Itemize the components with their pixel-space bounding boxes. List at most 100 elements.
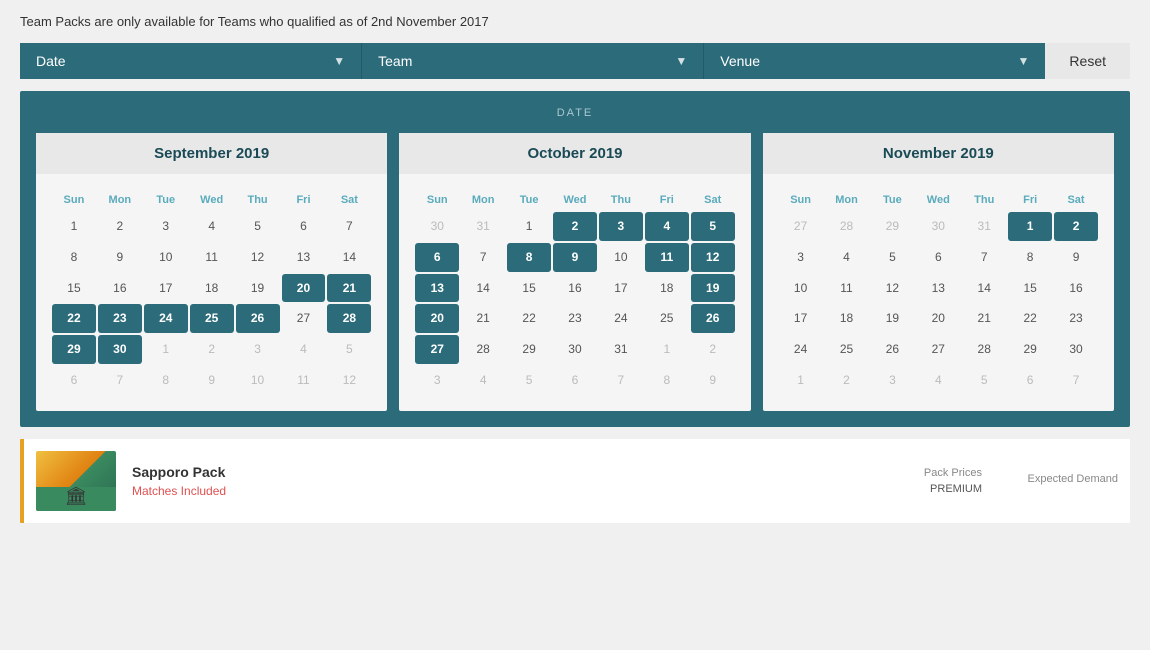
day-cell[interactable]: 12 xyxy=(870,274,914,303)
day-cell[interactable]: 15 xyxy=(52,274,96,303)
day-cell[interactable]: 5 xyxy=(507,366,551,395)
day-cell[interactable]: 15 xyxy=(1008,274,1052,303)
day-cell-highlight[interactable]: 28 xyxy=(327,304,371,333)
day-cell[interactable]: 6 xyxy=(553,366,597,395)
day-cell[interactable]: 16 xyxy=(1054,274,1098,303)
day-cell[interactable]: 29 xyxy=(507,335,551,364)
day-cell-highlight[interactable]: 3 xyxy=(599,212,643,241)
day-cell-highlight[interactable]: 26 xyxy=(236,304,280,333)
day-cell[interactable]: 3 xyxy=(870,366,914,395)
day-cell[interactable]: 2 xyxy=(190,335,234,364)
day-cell[interactable]: 3 xyxy=(144,212,188,241)
day-cell[interactable]: 21 xyxy=(962,304,1006,333)
day-cell[interactable]: 27 xyxy=(282,304,326,333)
day-cell[interactable]: 14 xyxy=(461,274,505,303)
day-cell-highlight[interactable]: 2 xyxy=(553,212,597,241)
day-cell[interactable]: 18 xyxy=(645,274,689,303)
day-cell-highlight[interactable]: 24 xyxy=(144,304,188,333)
venue-filter[interactable]: Venue ▼ xyxy=(704,43,1045,79)
day-cell-highlight[interactable]: 21 xyxy=(327,274,371,303)
day-cell-highlight[interactable]: 30 xyxy=(98,335,142,364)
day-cell[interactable]: 3 xyxy=(236,335,280,364)
day-cell-highlight[interactable]: 9 xyxy=(553,243,597,272)
day-cell-highlight[interactable]: 5 xyxy=(691,212,735,241)
day-cell[interactable]: 17 xyxy=(144,274,188,303)
day-cell[interactable]: 28 xyxy=(825,212,869,241)
day-cell[interactable]: 18 xyxy=(190,274,234,303)
day-cell[interactable]: 11 xyxy=(825,274,869,303)
day-cell[interactable]: 15 xyxy=(507,274,551,303)
day-cell[interactable]: 7 xyxy=(599,366,643,395)
day-cell[interactable]: 6 xyxy=(52,366,96,395)
day-cell[interactable]: 17 xyxy=(779,304,823,333)
day-cell[interactable]: 29 xyxy=(870,212,914,241)
day-cell[interactable]: 6 xyxy=(916,243,960,272)
day-cell[interactable]: 9 xyxy=(1054,243,1098,272)
day-cell[interactable]: 10 xyxy=(599,243,643,272)
day-cell-highlight[interactable]: 2 xyxy=(1054,212,1098,241)
day-cell[interactable]: 19 xyxy=(870,304,914,333)
day-cell[interactable]: 30 xyxy=(916,212,960,241)
day-cell[interactable]: 17 xyxy=(599,274,643,303)
day-cell-highlight[interactable]: 27 xyxy=(415,335,459,364)
day-cell[interactable]: 18 xyxy=(825,304,869,333)
day-cell[interactable]: 9 xyxy=(98,243,142,272)
day-cell[interactable]: 28 xyxy=(461,335,505,364)
day-cell[interactable]: 28 xyxy=(962,335,1006,364)
day-cell-highlight[interactable]: 22 xyxy=(52,304,96,333)
day-cell[interactable]: 2 xyxy=(98,212,142,241)
day-cell[interactable]: 12 xyxy=(236,243,280,272)
day-cell-highlight[interactable]: 8 xyxy=(507,243,551,272)
day-cell[interactable]: 10 xyxy=(236,366,280,395)
day-cell[interactable]: 1 xyxy=(144,335,188,364)
day-cell-highlight[interactable]: 29 xyxy=(52,335,96,364)
day-cell[interactable]: 31 xyxy=(599,335,643,364)
day-cell[interactable]: 7 xyxy=(98,366,142,395)
day-cell[interactable]: 4 xyxy=(916,366,960,395)
day-cell[interactable]: 14 xyxy=(962,274,1006,303)
team-filter[interactable]: Team ▼ xyxy=(362,43,704,79)
day-cell[interactable]: 27 xyxy=(779,212,823,241)
day-cell-highlight[interactable]: 4 xyxy=(645,212,689,241)
day-cell[interactable]: 8 xyxy=(52,243,96,272)
day-cell-highlight[interactable]: 1 xyxy=(1008,212,1052,241)
day-cell[interactable]: 31 xyxy=(461,212,505,241)
sapporo-pack-card[interactable]: Sapporo Pack Matches Included Pack Price… xyxy=(20,439,1130,523)
day-cell[interactable]: 6 xyxy=(1008,366,1052,395)
day-cell-highlight[interactable]: 20 xyxy=(282,274,326,303)
day-cell[interactable]: 5 xyxy=(236,212,280,241)
day-cell[interactable]: 14 xyxy=(327,243,371,272)
day-cell-highlight[interactable]: 20 xyxy=(415,304,459,333)
day-cell[interactable]: 1 xyxy=(645,335,689,364)
day-cell[interactable]: 30 xyxy=(553,335,597,364)
day-cell[interactable]: 8 xyxy=(645,366,689,395)
day-cell[interactable]: 9 xyxy=(190,366,234,395)
day-cell[interactable]: 23 xyxy=(553,304,597,333)
day-cell[interactable]: 26 xyxy=(870,335,914,364)
day-cell-highlight[interactable]: 23 xyxy=(98,304,142,333)
day-cell[interactable]: 12 xyxy=(327,366,371,395)
day-cell[interactable]: 7 xyxy=(461,243,505,272)
day-cell[interactable]: 8 xyxy=(144,366,188,395)
day-cell[interactable]: 7 xyxy=(327,212,371,241)
day-cell[interactable]: 4 xyxy=(461,366,505,395)
day-cell[interactable]: 24 xyxy=(599,304,643,333)
day-cell[interactable]: 21 xyxy=(461,304,505,333)
day-cell[interactable]: 5 xyxy=(327,335,371,364)
day-cell[interactable]: 25 xyxy=(645,304,689,333)
date-filter[interactable]: Date ▼ xyxy=(20,43,362,79)
day-cell[interactable]: 22 xyxy=(507,304,551,333)
day-cell[interactable]: 4 xyxy=(282,335,326,364)
day-cell[interactable]: 24 xyxy=(779,335,823,364)
day-cell[interactable]: 3 xyxy=(779,243,823,272)
day-cell[interactable]: 22 xyxy=(1008,304,1052,333)
day-cell[interactable]: 16 xyxy=(553,274,597,303)
day-cell[interactable]: 29 xyxy=(1008,335,1052,364)
day-cell[interactable]: 7 xyxy=(1054,366,1098,395)
day-cell[interactable]: 19 xyxy=(236,274,280,303)
day-cell[interactable]: 13 xyxy=(916,274,960,303)
day-cell[interactable]: 7 xyxy=(962,243,1006,272)
day-cell-highlight[interactable]: 6 xyxy=(415,243,459,272)
day-cell[interactable]: 2 xyxy=(691,335,735,364)
day-cell[interactable]: 10 xyxy=(779,274,823,303)
